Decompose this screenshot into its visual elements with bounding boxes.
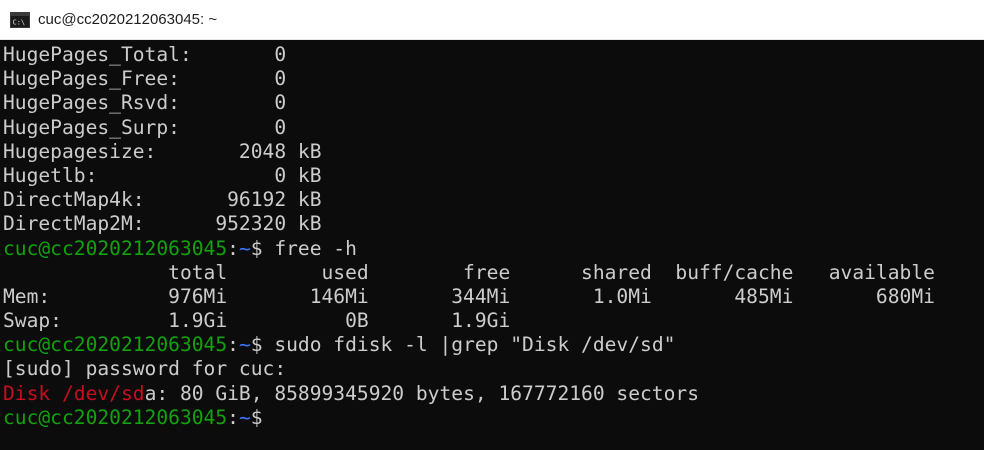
prompt-separator: : <box>227 405 239 429</box>
free-header: total used free shared buff/cache availa… <box>3 260 935 284</box>
disk-info: a: 80 GiB, 85899345920 bytes, 167772160 … <box>144 381 699 405</box>
free-swap-row: Swap: 1.9Gi 0B 1.9Gi <box>3 309 511 333</box>
prompt-symbol: $ <box>250 405 275 429</box>
terminal-icon: C:\ <box>10 11 30 28</box>
prompt-user: cuc@cc2020212063045 <box>3 333 228 357</box>
prompt-separator: : <box>227 236 239 260</box>
terminal-output[interactable]: HugePages_Total: 0 HugePages_Free: 0 Hug… <box>0 40 984 450</box>
title-bar[interactable]: C:\ cuc@cc2020212063045: ~ <box>0 0 984 40</box>
sudo-password-prompt: [sudo] password for cuc: <box>3 357 287 381</box>
command-free: free -h <box>274 236 357 260</box>
prompt-path: ~ <box>238 333 251 357</box>
prompt-symbol: $ <box>250 236 275 260</box>
meminfo-line: DirectMap4k: 96192 kB <box>3 188 322 212</box>
meminfo-line: DirectMap2M: 952320 kB <box>3 212 322 236</box>
grep-match-highlight: Disk /dev/sd <box>3 381 145 405</box>
meminfo-line: HugePages_Surp: 0 <box>3 115 287 139</box>
prompt-line-fdisk: cuc@cc2020212063045:~$ sudo fdisk -l |gr… <box>3 333 984 357</box>
meminfo-line: HugePages_Free: 0 <box>3 67 287 91</box>
terminal-window: C:\ cuc@cc2020212063045: ~ HugePages_Tot… <box>0 0 984 450</box>
command-fdisk: sudo fdisk -l |grep "Disk /dev/sd" <box>274 333 676 357</box>
meminfo-line: HugePages_Rsvd: 0 <box>3 91 287 115</box>
window-title: cuc@cc2020212063045: ~ <box>38 11 218 28</box>
free-mem-row: Mem: 976Mi 146Mi 344Mi 1.0Mi 485Mi 680Mi <box>3 284 935 308</box>
prompt-path: ~ <box>238 236 251 260</box>
disk-output-line: Disk /dev/sda: 80 GiB, 85899345920 bytes… <box>3 382 984 406</box>
prompt-path: ~ <box>238 405 251 429</box>
prompt-symbol: $ <box>250 333 275 357</box>
prompt-user: cuc@cc2020212063045 <box>3 236 228 260</box>
prompt-line-free: cuc@cc2020212063045:~$ free -h <box>3 237 984 261</box>
meminfo-line: Hugepagesize: 2048 kB <box>3 139 322 163</box>
meminfo-line: Hugetlb: 0 kB <box>3 163 322 187</box>
prompt-separator: : <box>227 333 239 357</box>
meminfo-line: HugePages_Total: 0 <box>3 43 287 66</box>
prompt-user: cuc@cc2020212063045 <box>3 405 228 429</box>
svg-text:C:\: C:\ <box>13 18 26 26</box>
prompt-line-current[interactable]: cuc@cc2020212063045:~$ <box>3 406 984 430</box>
